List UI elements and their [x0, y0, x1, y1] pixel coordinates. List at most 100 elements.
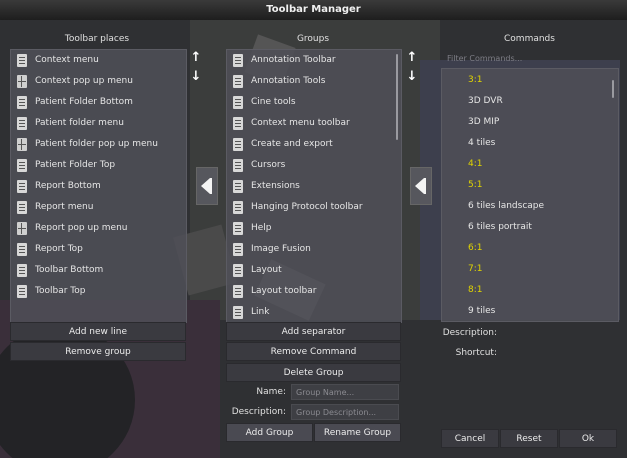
- list-item-label: Report pop up menu: [35, 223, 128, 233]
- list-item-label: Extensions: [251, 181, 300, 191]
- list-item-label: Annotation Tools: [251, 76, 326, 86]
- list-item[interactable]: 6 tiles landscape: [442, 196, 618, 217]
- move-down-arrow-icon[interactable]: ↓: [187, 69, 205, 85]
- list-item[interactable]: 6:1: [442, 238, 618, 259]
- add-group-button[interactable]: Add Group: [226, 423, 313, 442]
- list-item[interactable]: 9 tiles: [442, 301, 618, 321]
- list-item[interactable]: Hanging Protocol toolbar: [227, 197, 401, 218]
- list-item[interactable]: Create and export: [227, 134, 401, 155]
- group-name-input[interactable]: Group Name...: [291, 384, 399, 400]
- groups-scrollbar[interactable]: [396, 54, 398, 140]
- list-item[interactable]: Cine tools: [227, 92, 401, 113]
- list-item[interactable]: 6 tiles portrait: [442, 217, 618, 238]
- list-item[interactable]: 3D MIP: [442, 112, 618, 133]
- list-icon: [233, 285, 243, 298]
- commands-list[interactable]: 3:1 3D DVR 3D MIP 4 tiles 4:1 5:1 6 tiles land…: [441, 68, 619, 322]
- list-icon: [233, 75, 243, 88]
- groups-list[interactable]: Annotation Toolbar Annotation Tools Cine t…: [226, 49, 402, 323]
- commands-scrollbar[interactable]: [612, 80, 614, 98]
- list-icon: [17, 117, 27, 130]
- list-item-label: Context menu toolbar: [251, 118, 350, 128]
- list-item-label: Create and export: [251, 139, 333, 149]
- move-to-place-icon[interactable]: [196, 167, 218, 205]
- list-item[interactable]: Help: [227, 218, 401, 239]
- ok-button[interactable]: Ok: [559, 429, 617, 448]
- list-item[interactable]: 7:1: [442, 259, 618, 280]
- add-separator-button[interactable]: Add separator: [226, 322, 401, 341]
- list-item-label: Patient folder pop up menu: [35, 139, 158, 149]
- description-label: Description:: [231, 407, 286, 417]
- list-item-label: Patient folder menu: [35, 118, 124, 128]
- list-item-label: 4:1: [468, 159, 483, 169]
- list-icon: [233, 138, 243, 151]
- move-up-arrow-icon[interactable]: ↑: [187, 50, 205, 66]
- list-item[interactable]: Report Top: [11, 239, 186, 260]
- rename-group-button[interactable]: Rename Group: [314, 423, 401, 442]
- list-item[interactable]: Report pop up menu: [11, 218, 186, 239]
- list-item-label: Link: [251, 307, 270, 317]
- delete-group-button[interactable]: Delete Group: [226, 363, 401, 382]
- list-item[interactable]: 3:1: [442, 70, 618, 91]
- list-icon: [233, 180, 243, 193]
- list-item[interactable]: Context menu: [11, 50, 186, 71]
- remove-group-button[interactable]: Remove group: [10, 342, 186, 361]
- list-item[interactable]: Patient Folder Top: [11, 155, 186, 176]
- list-item[interactable]: Toolbar Top: [11, 281, 186, 302]
- add-new-line-button[interactable]: Add new line: [10, 322, 186, 341]
- list-item[interactable]: Patient Folder Bottom: [11, 92, 186, 113]
- list-item[interactable]: Toolbar Bottom: [11, 260, 186, 281]
- list-item-label: 4 tiles: [468, 138, 496, 148]
- list-item[interactable]: Image Fusion: [227, 239, 401, 260]
- list-item-label: Image Fusion: [251, 244, 311, 254]
- list-item-label: Help: [251, 223, 272, 233]
- list-item-label: 3:1: [468, 75, 483, 85]
- list-item[interactable]: Context menu toolbar: [227, 113, 401, 134]
- list-item[interactable]: Extensions: [227, 176, 401, 197]
- list-item-label: 6 tiles landscape: [468, 201, 545, 211]
- list-item-label: Patient Folder Bottom: [35, 97, 133, 107]
- list-item-label: Layout toolbar: [251, 286, 317, 296]
- list-item[interactable]: Patient folder pop up menu: [11, 134, 186, 155]
- list-item[interactable]: Report menu: [11, 197, 186, 218]
- list-item[interactable]: Link: [227, 302, 401, 322]
- list-item[interactable]: 8:1: [442, 280, 618, 301]
- name-label: Name:: [256, 387, 286, 397]
- list-icon: [17, 180, 27, 193]
- list-item[interactable]: Patient folder menu: [11, 113, 186, 134]
- list-item[interactable]: Layout: [227, 260, 401, 281]
- group-description-input[interactable]: Group Description...: [291, 404, 399, 420]
- command-description-label: Description:: [442, 328, 497, 338]
- list-item-label: 6:1: [468, 243, 483, 253]
- list-item-label: Toolbar Bottom: [35, 265, 104, 275]
- group-move-down-arrow-icon[interactable]: ↓: [403, 69, 421, 85]
- cancel-button[interactable]: Cancel: [441, 429, 499, 448]
- list-item[interactable]: Annotation Tools: [227, 71, 401, 92]
- list-icon: [17, 243, 27, 256]
- move-to-group-icon[interactable]: [410, 167, 432, 205]
- list-icon: [233, 117, 243, 130]
- group-move-up-arrow-icon[interactable]: ↑: [403, 50, 421, 66]
- list-icon: [233, 159, 243, 172]
- reset-button[interactable]: Reset: [500, 429, 558, 448]
- list-item-label: Layout: [251, 265, 282, 275]
- list-item[interactable]: Context pop up menu: [11, 71, 186, 92]
- list-item-label: Cine tools: [251, 97, 296, 107]
- toolbar-places-list[interactable]: Context menu Context pop up menu Patient F…: [10, 49, 187, 323]
- list-item[interactable]: 4:1: [442, 154, 618, 175]
- filter-commands-input[interactable]: Filter Commands...: [447, 52, 617, 66]
- list-item[interactable]: 3D DVR: [442, 91, 618, 112]
- list-item[interactable]: 5:1: [442, 175, 618, 196]
- toolbar-places-header: Toolbar places: [64, 34, 130, 44]
- list-item[interactable]: 4 tiles: [442, 133, 618, 154]
- list-icon: [17, 159, 27, 172]
- list-item-label: 6 tiles portrait: [468, 222, 532, 232]
- remove-command-button[interactable]: Remove Command: [226, 342, 401, 361]
- list-item-label: Annotation Toolbar: [251, 55, 336, 65]
- command-shortcut-label: Shortcut:: [455, 348, 497, 358]
- list-item[interactable]: Cursors: [227, 155, 401, 176]
- list-item-label: 3D DVR: [468, 96, 503, 106]
- list-item-label: 3D MIP: [468, 117, 500, 127]
- list-item[interactable]: Layout toolbar: [227, 281, 401, 302]
- list-item[interactable]: Annotation Toolbar: [227, 50, 401, 71]
- list-item[interactable]: Report Bottom: [11, 176, 186, 197]
